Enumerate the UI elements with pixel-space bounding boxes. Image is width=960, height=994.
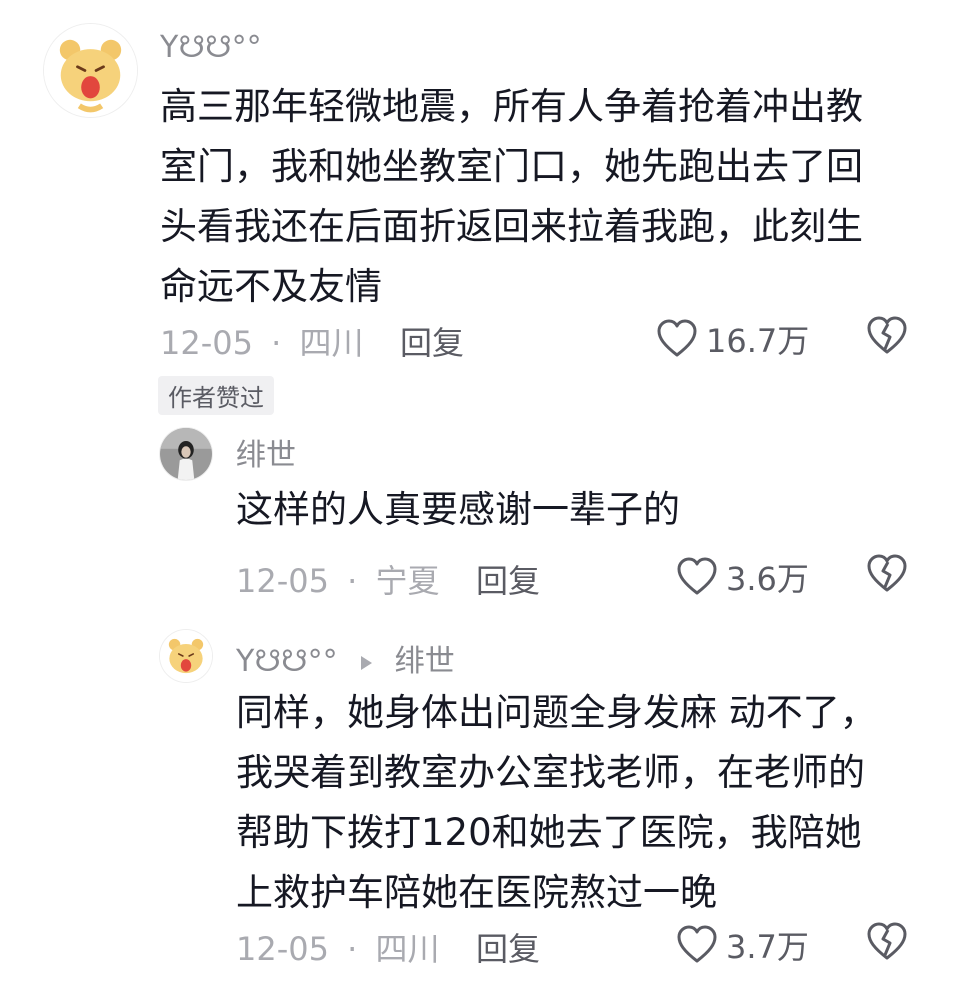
avatar[interactable] (160, 630, 212, 682)
cartoon-bear-avatar-icon (160, 630, 212, 682)
meta-separator: · (347, 930, 358, 968)
avatar[interactable] (160, 428, 212, 480)
reply-button[interactable]: 回复 (476, 556, 540, 602)
heart-outline-icon (657, 319, 697, 357)
comment-date: 12-05 (160, 324, 253, 362)
reply-text-line: 我哭着到教室办公室找老师，在老师的 (236, 751, 865, 794)
reply-location: 宁夏 (375, 562, 440, 600)
heart-outline-icon (677, 925, 717, 963)
reply-username: Y☋☋°° 绯世 (236, 636, 455, 680)
reply-meta: 12-05 · 宁夏 (236, 556, 440, 602)
dislike-button[interactable] (866, 554, 908, 598)
like-count: 16.7万 (706, 322, 810, 360)
like-count: 3.6万 (726, 560, 809, 598)
avatar[interactable] (44, 24, 137, 117)
reply-meta: 12-05 · 四川 (236, 924, 440, 970)
comment-text: 高三那年轻微地震，所有人争着抢着冲出教 室门，我和她坐教室门口，她先跑出去了回 … (160, 77, 863, 317)
like-button[interactable]: 3.6万 (676, 554, 809, 600)
meta-separator: · (347, 562, 358, 600)
reply-target[interactable]: 绯世 (395, 644, 455, 679)
comment-text-line: 高三那年轻微地震，所有人争着抢着冲出教 (160, 85, 863, 128)
reply-text: 这样的人真要感谢一辈子的 (236, 480, 680, 540)
broken-heart-icon (867, 316, 907, 354)
comment-username[interactable]: Y☋☋°° (160, 30, 262, 65)
comment-text-line: 命远不及友情 (160, 265, 382, 308)
reply-text-line: 这样的人真要感谢一辈子的 (236, 488, 680, 531)
reply-author[interactable]: Y☋☋°° (236, 644, 338, 679)
comment-text-line: 头看我还在后面折返回来拉着我跑，此刻生 (160, 205, 863, 248)
girl-photo-avatar-icon (160, 428, 212, 480)
reply-text-line: 同样，她身体出问题全身发麻 动不了， (236, 691, 877, 734)
like-button[interactable]: 3.7万 (676, 922, 809, 968)
like-count: 3.7万 (726, 928, 809, 966)
comment-meta: 12-05 · 四川 (160, 318, 364, 364)
cartoon-bear-avatar-icon (44, 24, 137, 117)
reply-username[interactable]: 绯世 (236, 430, 296, 474)
reply-date: 12-05 (236, 930, 329, 968)
author-liked-badge: 作者赞过 (158, 376, 274, 415)
dislike-button[interactable] (866, 922, 908, 966)
broken-heart-icon (867, 922, 907, 960)
reply-text-line: 上救护车陪她在医院熬过一晚 (236, 871, 717, 914)
reply-text: 同样，她身体出问题全身发麻 动不了， 我哭着到教室办公室找老师，在老师的 帮助下… (236, 683, 877, 923)
reply-button[interactable]: 回复 (476, 924, 540, 970)
reply-button[interactable]: 回复 (400, 318, 464, 364)
comment-location: 四川 (299, 324, 364, 362)
meta-separator: · (271, 324, 282, 362)
reply-date: 12-05 (236, 562, 329, 600)
comment-text-line: 室门，我和她坐教室门口，她先跑出去了回 (160, 145, 863, 188)
dislike-button[interactable] (866, 316, 908, 360)
broken-heart-icon (867, 554, 907, 592)
triangle-right-icon (361, 656, 373, 670)
reply-location: 四川 (375, 930, 440, 968)
reply-text-line: 帮助下拨打120和她去了医院，我陪她 (236, 811, 862, 854)
like-button[interactable]: 16.7万 (656, 316, 809, 362)
heart-outline-icon (677, 557, 717, 595)
